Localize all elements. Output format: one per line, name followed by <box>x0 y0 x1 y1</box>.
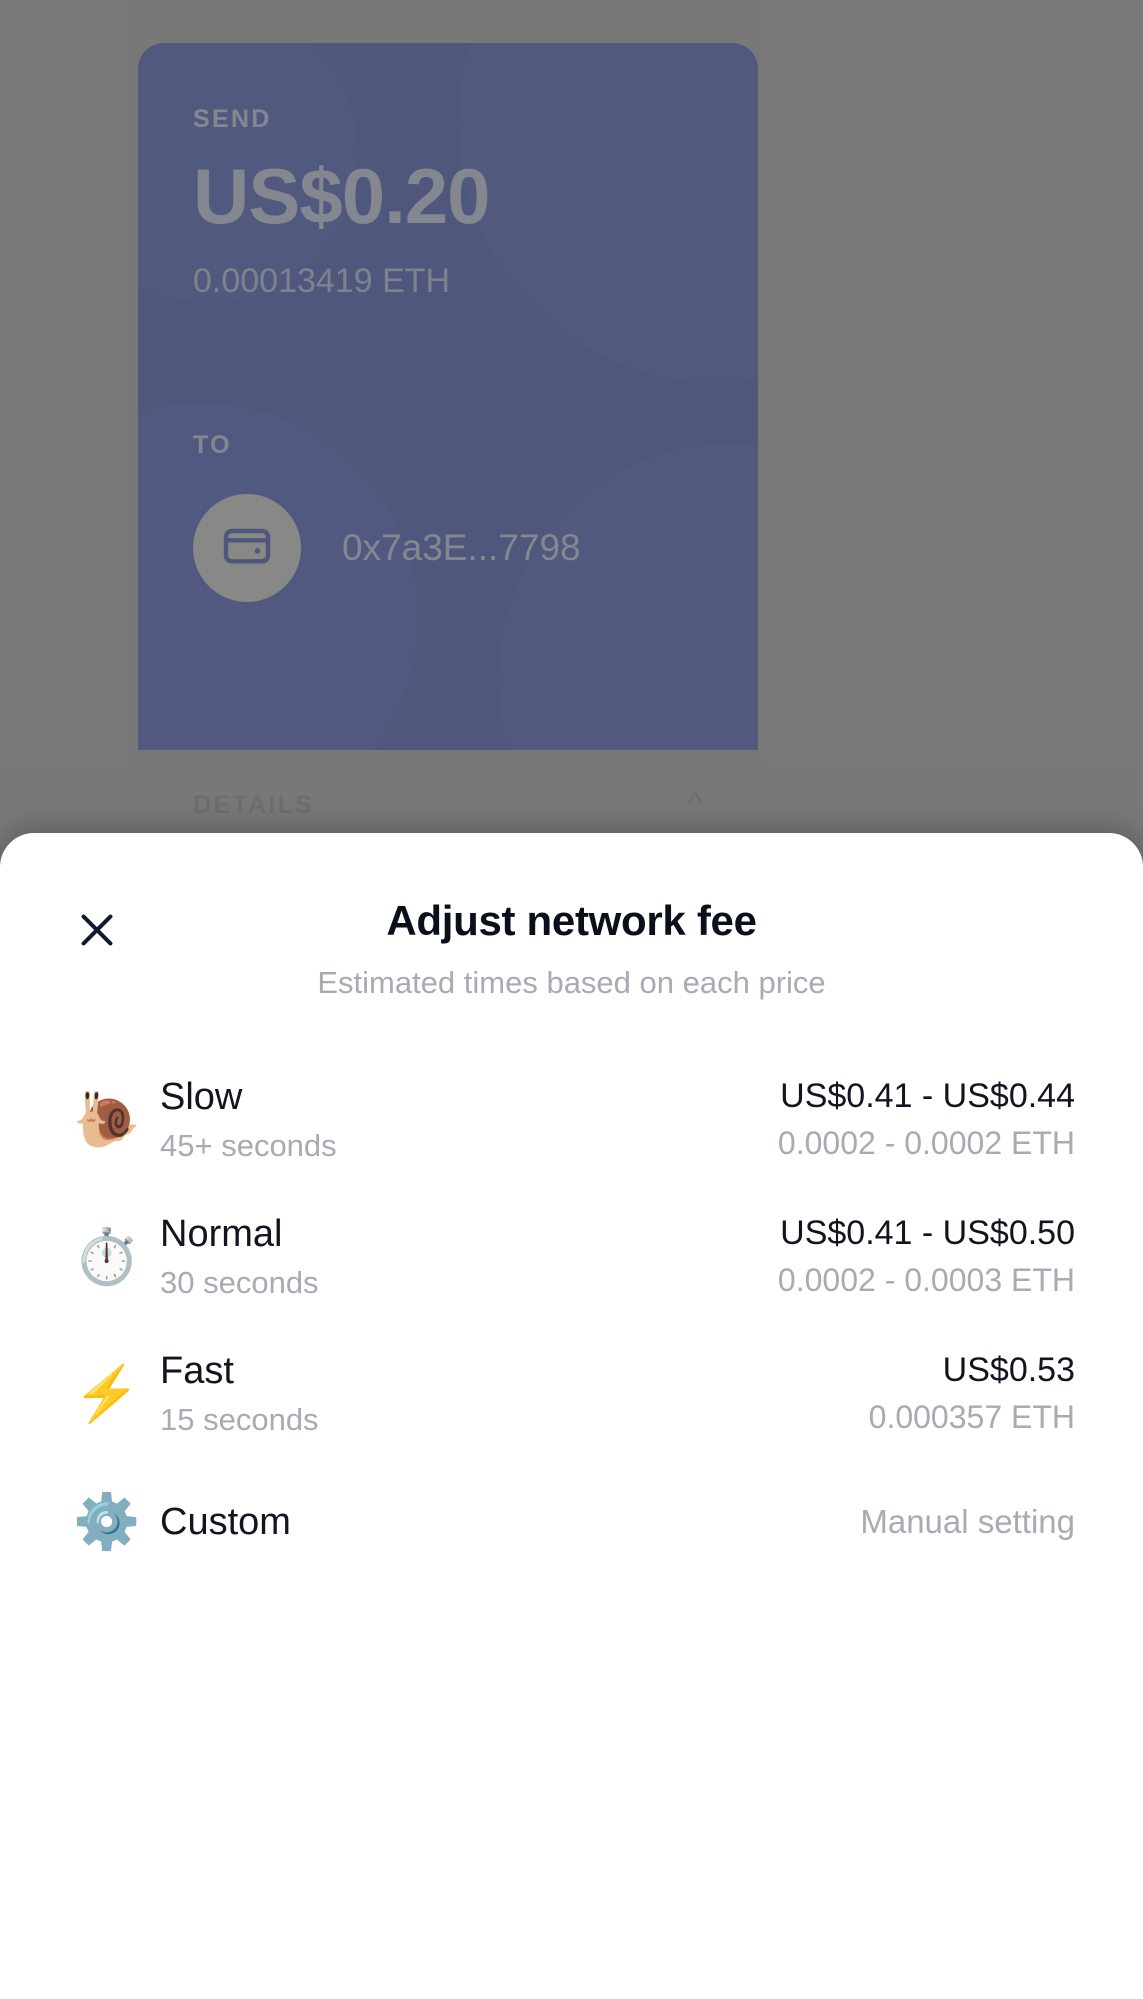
fee-options-list: 🐌 Slow 45+ seconds US$0.41 - US$0.44 0.0… <box>0 1051 1143 1582</box>
fee-option-price-fiat: US$0.53 <box>942 1350 1075 1389</box>
fee-option-custom[interactable]: ⚙️ Custom Manual setting <box>0 1462 1143 1582</box>
fee-option-normal[interactable]: ⏱️ Normal 30 seconds US$0.41 - US$0.50 0… <box>0 1188 1143 1325</box>
close-button[interactable] <box>68 903 126 961</box>
fee-option-time: 45+ seconds <box>160 1128 337 1164</box>
fee-option-price-eth: 0.000357 ETH <box>868 1399 1075 1436</box>
fee-option-name: Custom <box>160 1501 291 1544</box>
fee-option-slow[interactable]: 🐌 Slow 45+ seconds US$0.41 - US$0.44 0.0… <box>0 1051 1143 1188</box>
fee-option-fast[interactable]: ⚡ Fast 15 seconds US$0.53 0.000357 ETH <box>0 1325 1143 1462</box>
stopwatch-icon: ⏱️ <box>73 1226 141 1287</box>
fee-option-name: Slow <box>160 1076 243 1118</box>
snail-icon: 🐌 <box>73 1089 141 1150</box>
close-icon <box>74 907 120 958</box>
gear-icon: ⚙️ <box>73 1492 141 1553</box>
fee-option-time: 15 seconds <box>160 1402 319 1438</box>
fee-option-price-eth: 0.0002 - 0.0003 ETH <box>777 1262 1075 1299</box>
fee-option-time: 30 seconds <box>160 1265 319 1301</box>
fee-option-name: Fast <box>160 1350 234 1393</box>
fee-option-custom-value: Manual setting <box>860 1503 1075 1541</box>
page-title: Adjust network fee <box>386 897 757 944</box>
fee-option-price-eth: 0.0002 - 0.0002 ETH <box>777 1125 1075 1162</box>
fee-option-price-fiat: US$0.41 - US$0.44 <box>780 1076 1075 1115</box>
sheet-header: Adjust network fee Estimated times based… <box>0 833 1143 1001</box>
adjust-network-fee-sheet: Adjust network fee Estimated times based… <box>0 833 1143 1999</box>
fee-option-name: Normal <box>160 1213 283 1256</box>
fee-option-price-fiat: US$0.41 - US$0.50 <box>780 1213 1075 1252</box>
sheet-subtitle: Estimated times based on each price <box>317 965 826 1000</box>
lightning-bolt-icon: ⚡ <box>73 1363 141 1424</box>
